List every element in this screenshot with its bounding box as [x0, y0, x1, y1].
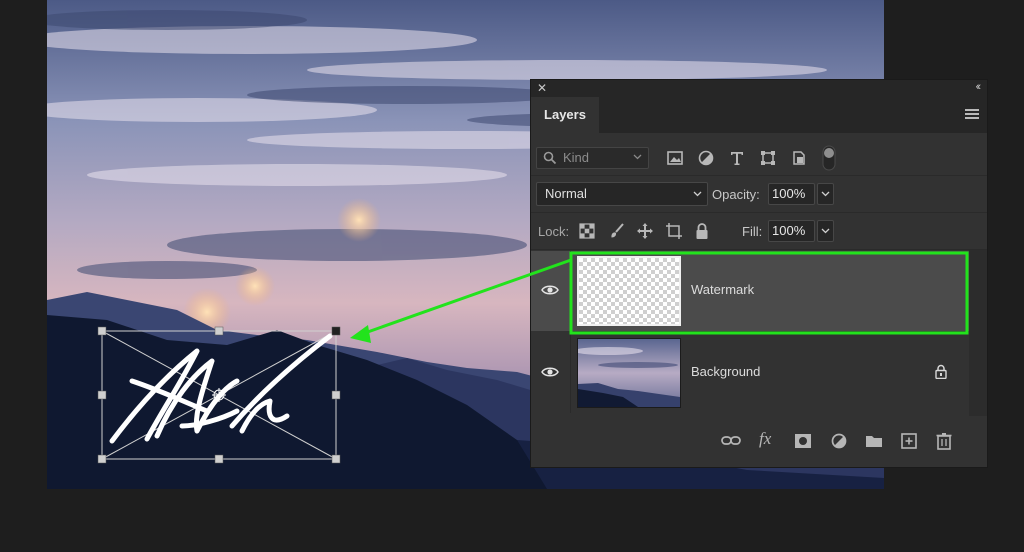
divider	[531, 249, 987, 250]
new-layer-icon[interactable]	[899, 432, 919, 450]
transform-bounding-box[interactable]	[97, 326, 341, 464]
chevron-down-icon	[821, 191, 830, 197]
layer-row-watermark[interactable]: Watermark	[531, 251, 969, 331]
lock-position-icon[interactable]	[636, 222, 654, 240]
smart-object-filter-icon[interactable]	[790, 149, 808, 167]
adjustment-icon[interactable]	[829, 432, 849, 450]
lock-label: Lock:	[538, 224, 570, 239]
layer-row-background[interactable]: Background	[531, 333, 969, 413]
opacity-input[interactable]: 100%	[768, 183, 815, 205]
type-filter-icon[interactable]	[728, 149, 746, 167]
trash-icon[interactable]	[934, 432, 954, 450]
fx-icon[interactable]: fx	[759, 429, 779, 448]
blend-row: Normal Opacity: 100%	[531, 176, 987, 212]
eye-icon[interactable]	[541, 365, 559, 379]
opacity-label: Opacity:	[712, 187, 760, 202]
kind-filter-select[interactable]: Kind	[536, 147, 649, 169]
filter-row: Kind	[531, 141, 987, 175]
filter-toggle-switch[interactable]	[822, 145, 836, 171]
panel-menu-icon[interactable]	[965, 109, 979, 119]
layer-thumbnail	[577, 338, 681, 408]
fill-label: Fill:	[742, 224, 763, 239]
close-icon[interactable]: ✕	[537, 81, 547, 95]
layers-footer-toolbar: fx	[531, 426, 987, 456]
lock-row: Lock: Fill: 100%	[531, 213, 987, 249]
divider	[570, 251, 571, 331]
blend-mode-value: Normal	[545, 186, 587, 201]
link-icon[interactable]	[721, 432, 741, 450]
layer-name[interactable]: Background	[691, 364, 760, 379]
collapse-icon[interactable]: ‹‹	[976, 81, 982, 93]
opacity-dropdown[interactable]	[817, 183, 834, 205]
signature-watermark	[97, 326, 341, 464]
panel-tabs: Layers	[531, 97, 987, 133]
fill-input[interactable]: 100%	[768, 220, 815, 242]
chevron-down-icon	[633, 154, 642, 160]
mask-icon[interactable]	[793, 432, 813, 450]
search-icon	[543, 151, 557, 165]
pixel-layer-filter-icon[interactable]	[666, 149, 684, 167]
layer-name[interactable]: Watermark	[691, 282, 754, 297]
layer-thumbnail	[577, 256, 681, 326]
adjustment-filter-icon[interactable]	[697, 149, 715, 167]
layers-panel: ✕ ‹‹ Layers Kind Normal Opacity: 100% Lo…	[530, 79, 988, 468]
folder-icon[interactable]	[864, 432, 884, 450]
lock-transparent-pixels-icon[interactable]	[579, 223, 595, 239]
shape-filter-icon[interactable]	[759, 149, 777, 167]
background-thumbnail-image	[578, 339, 680, 407]
divider	[570, 333, 571, 413]
lock-icon	[935, 364, 947, 379]
chevron-down-icon	[693, 191, 702, 197]
eye-icon[interactable]	[541, 283, 559, 297]
lock-artboard-icon[interactable]	[665, 222, 683, 240]
panel-title-bar: ✕ ‹‹	[531, 80, 987, 97]
lock-all-icon[interactable]	[695, 222, 709, 240]
lock-image-pixels-icon[interactable]	[608, 222, 626, 240]
fill-dropdown[interactable]	[817, 220, 834, 242]
chevron-down-icon	[821, 228, 830, 234]
kind-filter-label: Kind	[563, 150, 590, 165]
layers-scrollbar[interactable]	[969, 250, 987, 416]
blend-mode-select[interactable]: Normal	[536, 182, 708, 206]
tab-layers[interactable]: Layers	[531, 97, 599, 133]
